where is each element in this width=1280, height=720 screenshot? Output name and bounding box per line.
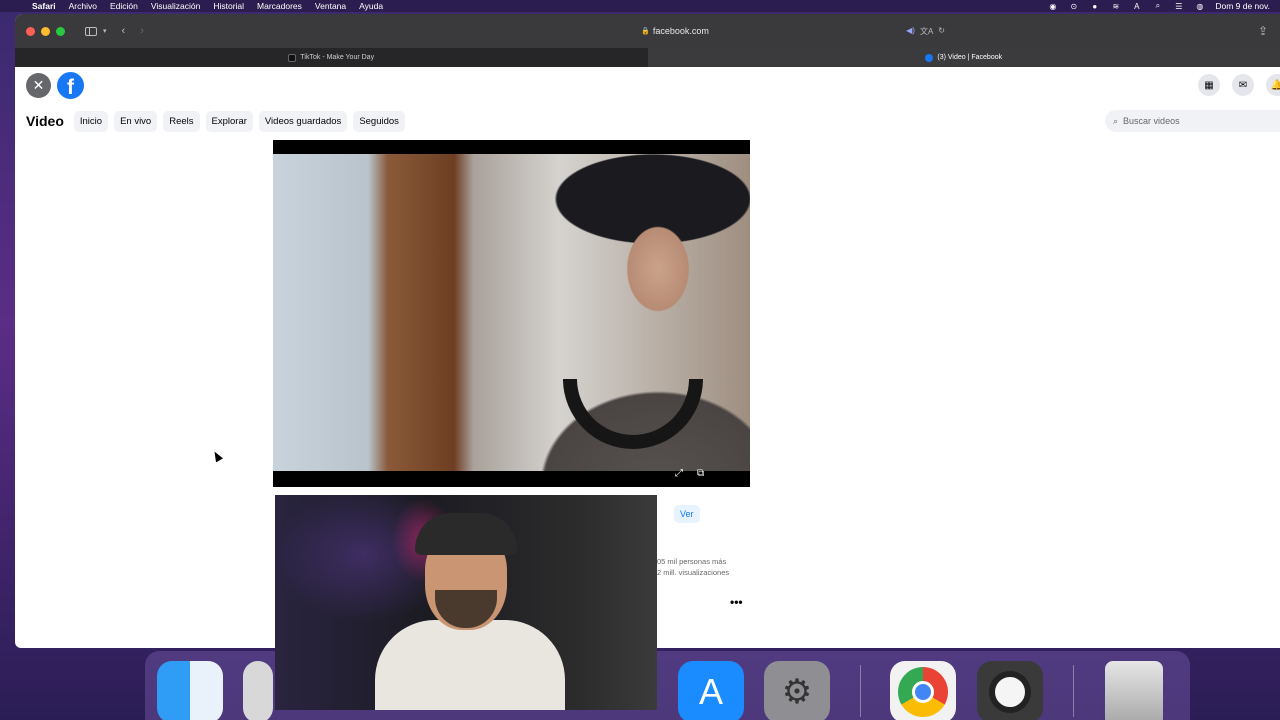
share-icon[interactable]: ⇪: [1258, 24, 1268, 38]
close-window-button[interactable]: [26, 26, 35, 36]
messenger-icon[interactable]: ✉: [1232, 74, 1254, 96]
wifi-icon[interactable]: ≋: [1110, 2, 1121, 11]
menu-visualizacion[interactable]: Visualización: [151, 1, 200, 11]
menu-safari[interactable]: Safari: [32, 1, 56, 11]
app-store-icon[interactable]: A: [678, 661, 744, 720]
webcam-person-shirt: [375, 620, 565, 710]
facebook-header: ✕ f ▦ ✉ 🔔: [15, 67, 1280, 103]
chevron-down-icon: ▾: [103, 28, 107, 35]
tab-tiktok-label: TikTok - Make Your Day: [300, 54, 375, 61]
audio-icon[interactable]: ◀): [906, 26, 915, 37]
fullscreen-icon[interactable]: ⤢: [675, 468, 683, 479]
search-placeholder: Buscar videos: [1123, 116, 1180, 126]
obs-icon[interactable]: [977, 661, 1043, 720]
menu-archivo[interactable]: Archivo: [69, 1, 97, 11]
menu-ventana[interactable]: Ventana: [315, 1, 346, 11]
webcam-overlay: [275, 495, 657, 710]
menu-historial[interactable]: Historial: [213, 1, 244, 11]
sidebar-toggle-button[interactable]: ▾: [85, 26, 107, 36]
dock-separator: [1073, 665, 1074, 717]
search-icon: ⌕: [1113, 115, 1119, 126]
macos-menu-bar: Safari Archivo Edición Visualización His…: [0, 0, 1280, 12]
back-button[interactable]: ‹: [122, 25, 126, 37]
nav-inicio[interactable]: Inicio: [73, 110, 109, 132]
nav-en-vivo[interactable]: En vivo: [114, 110, 158, 132]
play-status-icon[interactable]: ⊙: [1068, 2, 1079, 11]
video-player[interactable]: ⤢ ⧉: [273, 140, 750, 487]
lock-icon: 🔒: [641, 28, 650, 35]
nav-seguidos[interactable]: Seguidos: [353, 110, 405, 132]
minimize-window-button[interactable]: [41, 26, 50, 36]
dock-separator: [860, 665, 861, 717]
spotlight-search-icon[interactable]: ⌕: [1152, 1, 1163, 11]
bell-icon[interactable]: 🔔: [1266, 74, 1280, 96]
tiktok-favicon-icon: [288, 53, 297, 62]
chrome-icon[interactable]: [890, 661, 956, 720]
finder-icon[interactable]: [157, 661, 223, 720]
menu-marcadores[interactable]: Marcadores: [257, 1, 302, 11]
address-bar[interactable]: 🔒 facebook.com ◀) 文A ↻: [405, 21, 945, 41]
more-options-button[interactable]: •••: [730, 595, 743, 609]
window-controls: [26, 26, 65, 36]
reload-icon[interactable]: ↻: [938, 26, 945, 37]
zoom-window-button[interactable]: [56, 26, 65, 36]
tab-facebook[interactable]: (3) Video | Facebook: [647, 48, 1280, 67]
record-status-icon[interactable]: ●: [1089, 2, 1100, 11]
menu-edicion[interactable]: Edición: [110, 1, 138, 11]
trash-icon[interactable]: [1105, 661, 1163, 720]
system-preferences-icon[interactable]: ⚙: [764, 661, 830, 720]
sidebar-icon: [85, 26, 97, 36]
tab-facebook-label: (3) Video | Facebook: [937, 54, 1003, 61]
launchpad-icon[interactable]: [243, 661, 273, 720]
control-center-icon[interactable]: ☰: [1173, 2, 1184, 11]
video-info-card: Ver 05 mil personas más 2 mill. visualiz…: [655, 494, 750, 644]
address-bar-icons: ◀) 文A ↻: [906, 26, 945, 37]
search-videos-input[interactable]: ⌕ Buscar videos: [1105, 110, 1280, 132]
webcam-person-cap: [415, 513, 517, 555]
forward-button[interactable]: ›: [140, 25, 144, 37]
translate-icon[interactable]: 文A: [920, 26, 933, 37]
keyboard-input-icon[interactable]: A: [1131, 2, 1142, 11]
nav-reels[interactable]: Reels: [163, 110, 200, 132]
menu-ayuda[interactable]: Ayuda: [359, 1, 383, 11]
ver-button[interactable]: Ver: [674, 505, 700, 523]
video-nav: Video Inicio En vivo Reels Explorar Vide…: [15, 109, 1280, 133]
nav-explorar[interactable]: Explorar: [205, 110, 253, 132]
facebook-logo[interactable]: f: [57, 71, 84, 99]
page-title: Video: [26, 113, 64, 129]
video-frame: [273, 154, 750, 471]
video-content-headphones: [563, 379, 703, 449]
people-count: 05 mil personas más: [657, 557, 727, 566]
grid-menu-icon[interactable]: ▦: [1198, 74, 1220, 96]
facebook-favicon-icon: [925, 53, 934, 62]
url-text: facebook.com: [652, 26, 709, 36]
safari-toolbar: ▾ ‹ › 🔒 facebook.com ◀) 文A ↻ ⇪: [15, 14, 1280, 48]
tab-bar: TikTok - Make Your Day (3) Video | Faceb…: [15, 48, 1280, 67]
tab-tiktok[interactable]: TikTok - Make Your Day: [15, 48, 648, 67]
nav-videos-guardados[interactable]: Videos guardados: [258, 110, 348, 132]
siri-icon[interactable]: ◍: [1194, 2, 1205, 11]
status-icon[interactable]: ◉: [1047, 2, 1058, 11]
header-actions: ▦ ✉ 🔔: [1198, 74, 1280, 96]
picture-in-picture-icon[interactable]: ⧉: [697, 468, 704, 479]
status-area: ◉ ⊙ ● ≋ A ⌕ ☰ ◍ Dom 9 de nov.: [1047, 1, 1270, 11]
menubar-clock[interactable]: Dom 9 de nov.: [1215, 1, 1270, 11]
close-icon[interactable]: ✕: [26, 72, 51, 98]
view-count: 2 mill. visualizaciones: [657, 568, 730, 577]
